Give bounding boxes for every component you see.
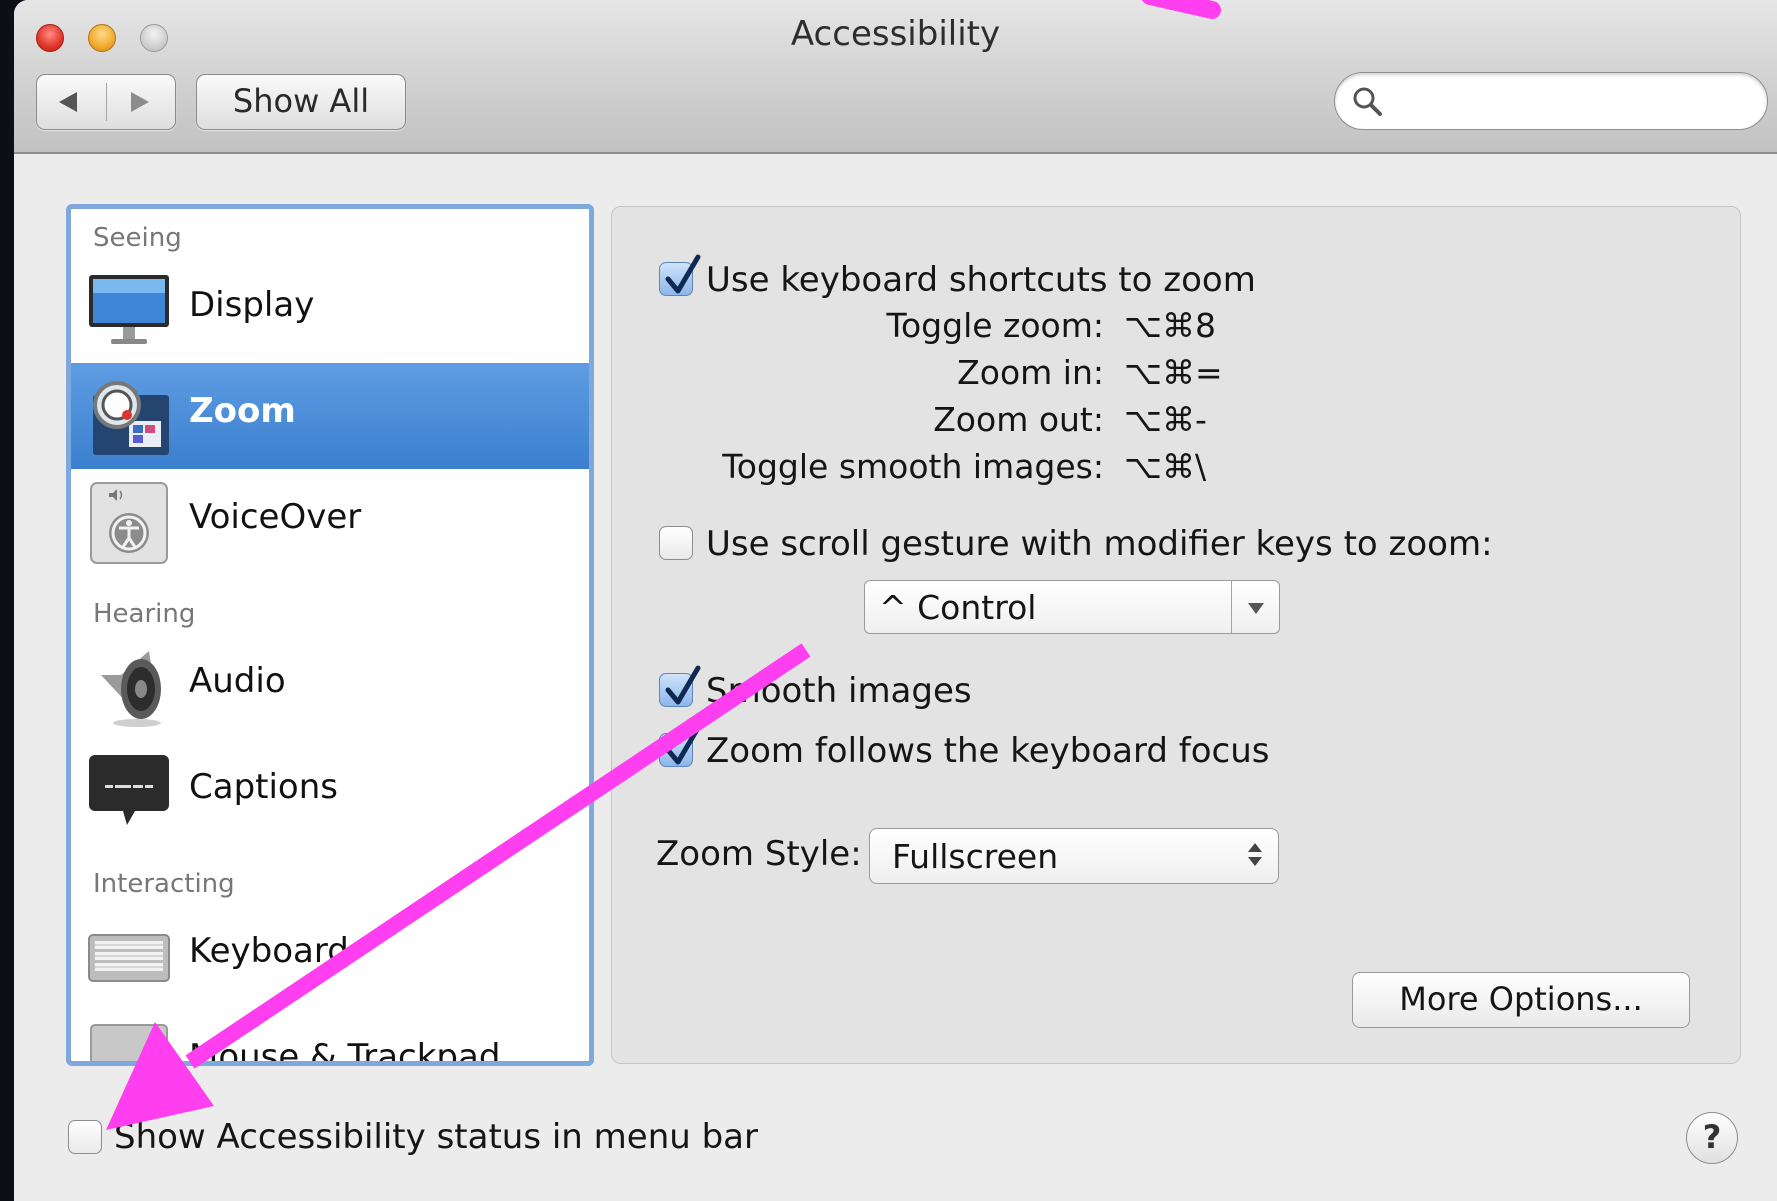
shortcut-zoom-in-label: Zoom in: bbox=[957, 353, 1104, 392]
checkmark-icon bbox=[665, 665, 701, 705]
keyboard-icon bbox=[88, 934, 170, 982]
sidebar-item-label: Mouse & Trackpad bbox=[189, 1037, 501, 1066]
zoom-style-select[interactable]: Fullscreen bbox=[869, 828, 1279, 884]
checkmark-icon bbox=[665, 254, 701, 294]
search-field[interactable] bbox=[1334, 72, 1768, 130]
help-button[interactable]: ? bbox=[1686, 1112, 1738, 1164]
captions-icon bbox=[89, 755, 169, 825]
sidebar-item-label: Zoom bbox=[189, 391, 296, 431]
follow-focus-label: Zoom follows the keyboard focus bbox=[706, 731, 1270, 771]
shortcut-toggle-zoom-keys: ⌥⌘8 bbox=[1124, 306, 1217, 345]
speaker-icon bbox=[101, 651, 161, 727]
keyboard-shortcuts-checkbox[interactable] bbox=[659, 254, 701, 296]
trackpad-icon bbox=[90, 1024, 168, 1061]
modifier-key-value: ^ Control bbox=[879, 588, 1037, 627]
keyboard-shortcuts-label: Use keyboard shortcuts to zoom bbox=[706, 260, 1256, 300]
more-options-button[interactable]: More Options... bbox=[1352, 972, 1690, 1028]
section-header-seeing: Seeing bbox=[93, 223, 182, 253]
stepper-down-icon bbox=[1248, 857, 1262, 866]
show-all-button[interactable]: Show All bbox=[196, 74, 406, 130]
shortcut-zoom-out-label: Zoom out: bbox=[933, 400, 1104, 439]
back-arrow-icon[interactable] bbox=[59, 92, 77, 112]
shortcut-smooth-images-keys: ⌥⌘\ bbox=[1124, 447, 1207, 486]
sidebar-item-captions[interactable]: Captions bbox=[71, 739, 589, 845]
sidebar-item-label: Captions bbox=[189, 767, 338, 807]
stepper-up-icon bbox=[1248, 843, 1262, 852]
show-status-label: Show Accessibility status in menu bar bbox=[114, 1117, 758, 1157]
nav-divider bbox=[106, 83, 107, 121]
sidebar-item-mouse-trackpad[interactable]: Mouse & Trackpad bbox=[71, 1009, 589, 1066]
title-bar: Accessibility Show All bbox=[14, 0, 1777, 154]
scroll-gesture-label: Use scroll gesture with modifier keys to… bbox=[706, 524, 1493, 564]
zoom-icon bbox=[93, 381, 169, 455]
forward-arrow-icon[interactable] bbox=[131, 92, 149, 112]
voiceover-icon bbox=[90, 482, 168, 564]
checkmark-icon bbox=[665, 725, 701, 765]
modifier-key-popup[interactable]: ^ Control bbox=[864, 580, 1280, 634]
sidebar-item-label: Audio bbox=[189, 661, 286, 701]
section-header-interacting: Interacting bbox=[93, 869, 235, 899]
sidebar-item-keyboard[interactable]: Keyboard bbox=[71, 903, 589, 1009]
zoom-style-value: Fullscreen bbox=[892, 837, 1059, 876]
back-forward-control bbox=[36, 74, 176, 130]
display-icon bbox=[89, 275, 169, 344]
search-icon bbox=[1353, 87, 1382, 116]
chevron-down-icon bbox=[1248, 603, 1264, 614]
zoom-style-label: Zoom Style: bbox=[656, 834, 862, 874]
smooth-images-label: Smooth images bbox=[706, 671, 972, 711]
search-input[interactable] bbox=[1391, 81, 1755, 123]
scroll-gesture-checkbox[interactable] bbox=[659, 526, 693, 560]
sidebar-item-label: VoiceOver bbox=[189, 497, 362, 537]
section-header-hearing: Hearing bbox=[93, 599, 196, 629]
sidebar-item-audio[interactable]: Audio bbox=[71, 633, 589, 739]
show-status-checkbox[interactable] bbox=[68, 1120, 102, 1154]
shortcut-zoom-out-keys: ⌥⌘- bbox=[1124, 400, 1207, 439]
window-title: Accessibility bbox=[790, 14, 1001, 54]
sidebar-item-label: Keyboard bbox=[189, 931, 349, 971]
shortcut-smooth-images-label: Toggle smooth images: bbox=[722, 447, 1104, 486]
sidebar-item-label: Display bbox=[189, 285, 315, 325]
shortcut-zoom-in-keys: ⌥⌘= bbox=[1124, 353, 1223, 392]
popup-divider bbox=[1231, 581, 1232, 633]
shortcut-toggle-zoom-label: Toggle zoom: bbox=[886, 306, 1104, 345]
smooth-images-checkbox[interactable] bbox=[659, 665, 701, 707]
follow-focus-checkbox[interactable] bbox=[659, 725, 701, 767]
